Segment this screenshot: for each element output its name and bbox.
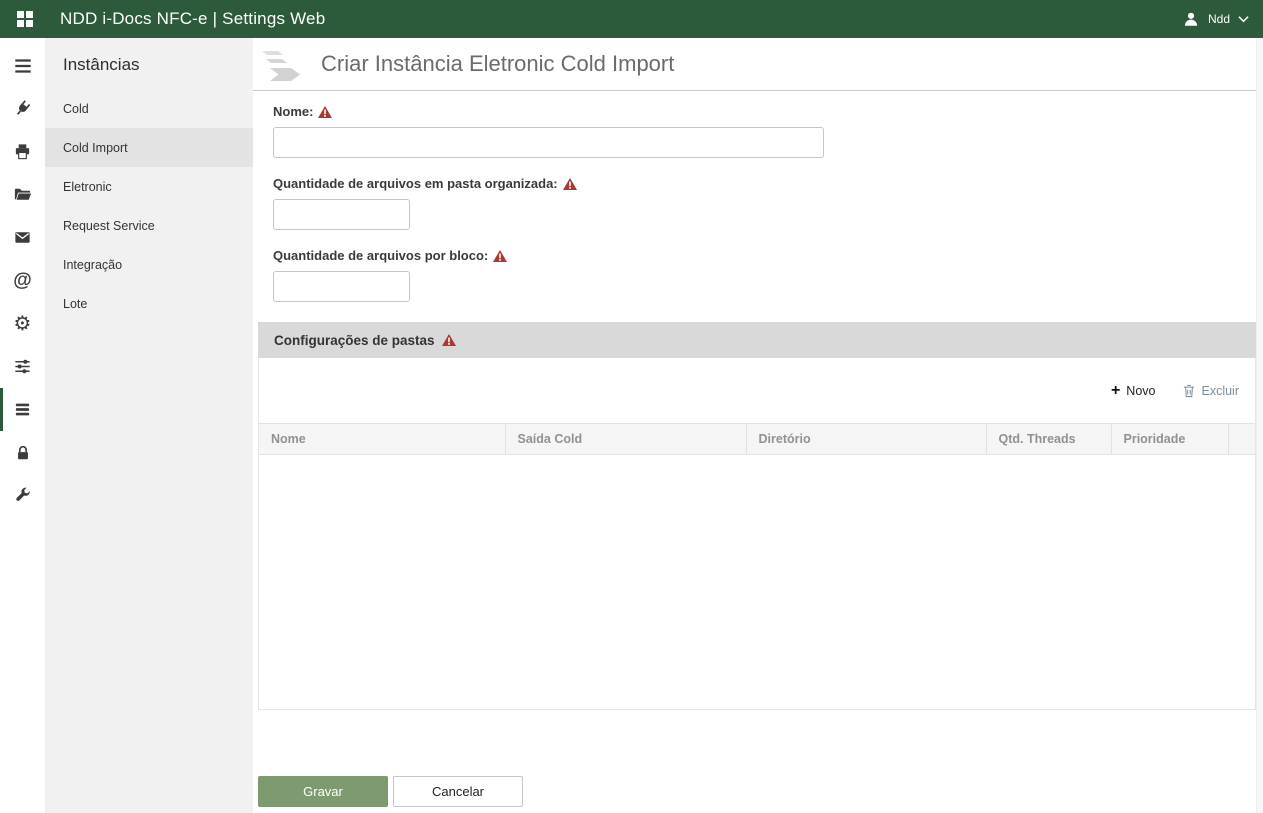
instances-list-icon	[13, 400, 32, 419]
app-title: NDD i-Docs NFC-e | Settings Web	[60, 9, 325, 29]
gear-icon: ⚙	[14, 314, 32, 334]
menu-icon	[12, 55, 34, 77]
sidebar-item-preferences[interactable]	[0, 345, 45, 388]
plus-icon: +	[1111, 383, 1120, 399]
sidebar-item-instances[interactable]	[0, 388, 45, 431]
save-button[interactable]: Gravar	[258, 776, 388, 807]
folders-config-body: + Novo Excluir	[258, 358, 1256, 710]
trash-icon	[1183, 384, 1195, 398]
table-header-row: Nome Saída Cold Diretório Qtd. Threads P…	[259, 424, 1255, 455]
new-button-label: Novo	[1126, 384, 1155, 398]
folders-config-panel: Configurações de pastas + Novo	[258, 322, 1256, 710]
icon-sidebar: @ ⚙	[0, 38, 45, 813]
sidebar-item-settings[interactable]: ⚙	[0, 302, 45, 345]
sidebar-item-printers[interactable]	[0, 130, 45, 173]
at-sign-icon: @	[13, 270, 32, 292]
column-header-spacer	[1228, 424, 1255, 455]
sidebar-item-security[interactable]	[0, 431, 45, 474]
sidebar-item-tools[interactable]	[0, 474, 45, 517]
field-label: Quantidade de arquivos em pasta organiza…	[273, 176, 1256, 191]
plug-icon	[9, 95, 36, 122]
lock-icon	[14, 444, 32, 462]
field-nome: Nome:	[273, 104, 1256, 158]
field-qtd-pasta-organizada: Quantidade de arquivos em pasta organiza…	[273, 176, 1256, 230]
qtd-por-bloco-label: Quantidade de arquivos por bloco:	[273, 248, 488, 263]
field-label: Nome:	[273, 104, 1256, 119]
delete-folder-config-button[interactable]: Excluir	[1183, 384, 1239, 398]
folders-config-table: Nome Saída Cold Diretório Qtd. Threads P…	[259, 423, 1255, 455]
user-icon	[1182, 10, 1200, 28]
form-actions: Gravar Cancelar	[258, 776, 1256, 807]
sidebar-item-eletronic[interactable]: Eletronic	[45, 167, 253, 206]
mail-icon	[13, 228, 32, 247]
column-header-qtd-threads[interactable]: Qtd. Threads	[986, 424, 1111, 455]
main-content: Criar Instância Eletronic Cold Import No…	[253, 38, 1263, 813]
user-name: Ndd	[1208, 12, 1230, 26]
user-menu[interactable]: Ndd	[1182, 10, 1249, 28]
required-warning-icon	[493, 250, 507, 262]
page-header-icon	[257, 43, 309, 85]
field-qtd-por-bloco: Quantidade de arquivos por bloco:	[273, 248, 1256, 302]
new-folder-config-button[interactable]: + Novo	[1111, 383, 1156, 399]
sidebar-item-lote[interactable]: Lote	[45, 284, 253, 323]
folder-icon	[13, 185, 32, 204]
form-area: Nome: Quantidade de arquivos em pasta or…	[253, 91, 1263, 813]
scrollbar[interactable]	[1256, 38, 1263, 813]
sidebar-item-email-at[interactable]: @	[0, 259, 45, 302]
main-layout: @ ⚙	[0, 38, 1263, 813]
required-warning-icon	[563, 178, 577, 190]
sidebar-item-folders[interactable]	[0, 173, 45, 216]
apps-grid-icon	[15, 9, 35, 29]
chevron-down-icon	[1238, 15, 1249, 23]
sidebar-item-request-service[interactable]: Request Service	[45, 206, 253, 245]
cancel-button[interactable]: Cancelar	[393, 776, 523, 807]
app-window: NDD i-Docs NFC-e | Settings Web Ndd	[0, 0, 1263, 813]
sidebar-item-mail[interactable]	[0, 216, 45, 259]
qtd-pasta-organizada-label: Quantidade de arquivos em pasta organiza…	[273, 176, 558, 191]
sidebar-item-connections[interactable]	[0, 87, 45, 130]
grid-toolbar: + Novo Excluir	[259, 358, 1255, 423]
delete-button-label: Excluir	[1201, 384, 1239, 398]
table-empty-body	[259, 455, 1255, 709]
column-header-diretorio[interactable]: Diretório	[746, 424, 986, 455]
qtd-por-bloco-input[interactable]	[273, 271, 410, 302]
sidebar-item-integracao[interactable]: Integração	[45, 245, 253, 284]
printer-icon	[13, 142, 32, 161]
nome-input[interactable]	[273, 127, 824, 158]
column-header-saida-cold[interactable]: Saída Cold	[505, 424, 746, 455]
required-warning-icon	[442, 334, 456, 346]
sliders-icon	[13, 357, 32, 376]
column-header-prioridade[interactable]: Prioridade	[1111, 424, 1228, 455]
sidebar-item-cold[interactable]: Cold	[45, 89, 253, 128]
app-launcher-button[interactable]	[14, 8, 36, 30]
wrench-icon	[14, 487, 32, 505]
page-title: Criar Instância Eletronic Cold Import	[321, 51, 674, 77]
required-warning-icon	[318, 106, 332, 118]
sidebar-title: Instâncias	[45, 38, 253, 89]
folders-config-header: Configurações de pastas	[258, 322, 1256, 358]
sidebar-item-cold-import[interactable]: Cold Import	[45, 128, 253, 167]
topbar: NDD i-Docs NFC-e | Settings Web Ndd	[0, 0, 1263, 38]
column-header-nome[interactable]: Nome	[259, 424, 505, 455]
field-label: Quantidade de arquivos por bloco:	[273, 248, 1256, 263]
folders-config-title: Configurações de pastas	[274, 333, 435, 348]
sidebar-toggle-menu[interactable]	[0, 44, 45, 87]
instances-sidebar: Instâncias Cold Cold Import Eletronic Re…	[45, 38, 253, 813]
page-header: Criar Instância Eletronic Cold Import	[253, 38, 1263, 91]
qtd-pasta-organizada-input[interactable]	[273, 199, 410, 230]
nome-label: Nome:	[273, 104, 313, 119]
